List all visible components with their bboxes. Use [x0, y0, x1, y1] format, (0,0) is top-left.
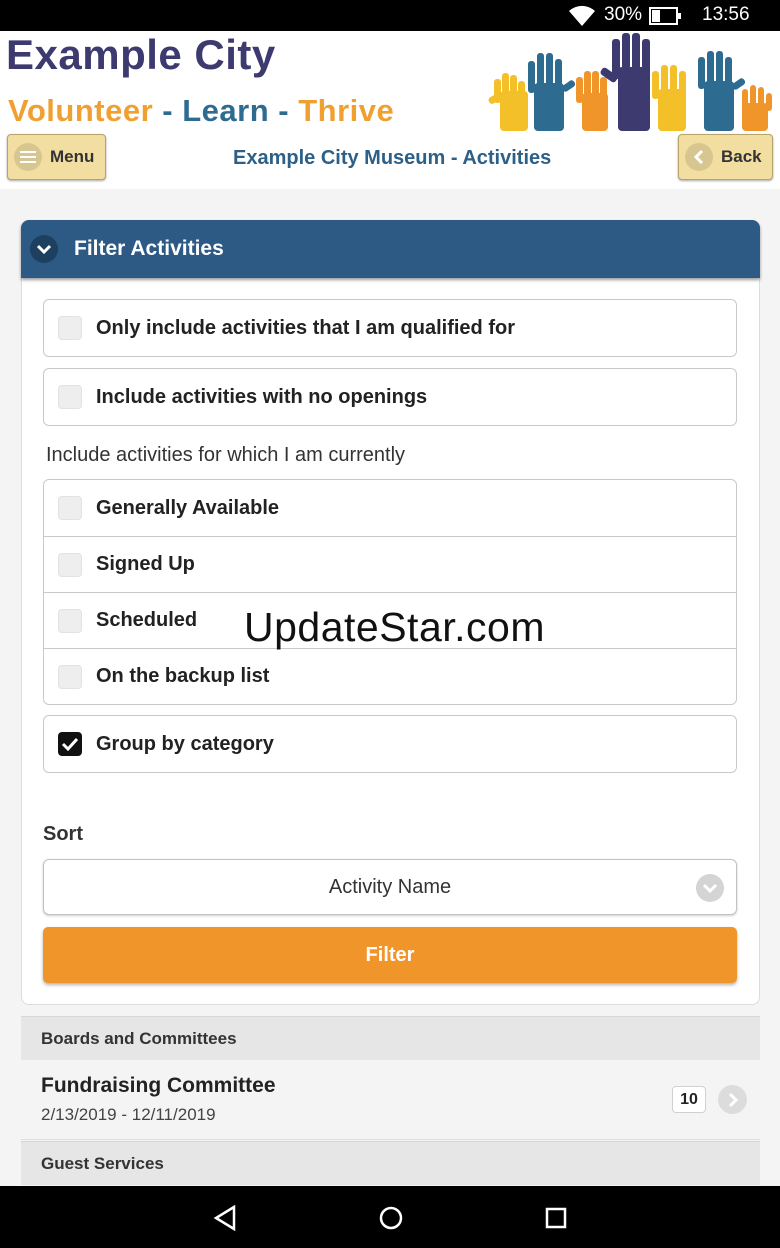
filter-panel-title: Filter Activities: [74, 237, 224, 260]
scheduled-label: Scheduled: [96, 609, 198, 631]
list-item[interactable]: Fundraising Committee 2/13/2019 - 12/11/…: [21, 1060, 760, 1140]
backup-list-checkbox[interactable]: [58, 664, 82, 689]
filter-panel-header[interactable]: Filter Activities: [21, 220, 760, 278]
checkmark-icon: [61, 737, 79, 751]
qualified-option[interactable]: Only include activities that I am qualif…: [44, 300, 736, 356]
scheduled-checkbox[interactable]: [58, 608, 82, 633]
group-by-category-box: Group by category: [43, 715, 737, 773]
tagline-thrive: Thrive: [298, 93, 395, 128]
generally-available-label: Generally Available: [96, 496, 280, 519]
activity-dates: 2/13/2019 - 12/11/2019: [41, 1105, 216, 1124]
home-circle-icon[interactable]: [377, 1204, 405, 1232]
sort-select[interactable]: Activity Name: [43, 859, 737, 915]
status-bar: 30% 13:56: [0, 0, 780, 31]
chevron-right-icon[interactable]: [718, 1085, 747, 1114]
brand-title: Example City: [6, 31, 276, 78]
app-header: Example City Volunteer - Learn - Thrive: [0, 31, 780, 189]
group-header-guest-services: Guest Services: [21, 1141, 760, 1185]
watermark: UpdateStar.com: [244, 604, 545, 650]
battery-percent: 30%: [604, 4, 643, 25]
system-nav-bar: [0, 1186, 780, 1248]
qualified-option-box: Only include activities that I am qualif…: [43, 299, 737, 357]
group-header-boards-and-committees: Boards and Committees: [21, 1016, 760, 1060]
generally-available-option[interactable]: Generally Available: [44, 480, 736, 536]
raised-hands-logo: [488, 33, 772, 131]
back-triangle-icon[interactable]: [211, 1204, 239, 1232]
hamburger-icon: [14, 143, 42, 171]
signed-up-label: Signed Up: [96, 553, 195, 575]
tagline-volunteer: Volunteer: [8, 93, 154, 128]
chevron-left-icon: [685, 143, 713, 171]
status-section-label: Include activities for which I am curren…: [46, 444, 406, 466]
tagline-separator: -: [153, 93, 183, 128]
openings-count-badge: 10: [672, 1086, 706, 1113]
qualified-checkbox[interactable]: [58, 316, 82, 340]
tagline-learn: Learn: [182, 93, 270, 128]
backup-list-option[interactable]: On the backup list: [44, 648, 736, 704]
recents-square-icon[interactable]: [542, 1204, 570, 1232]
group-by-category-option[interactable]: Group by category: [44, 716, 736, 772]
back-button[interactable]: Back: [678, 134, 773, 180]
qualified-label: Only include activities that I am qualif…: [96, 316, 515, 339]
wifi-icon: [569, 5, 595, 26]
group-by-category-label: Group by category: [96, 732, 274, 755]
no-openings-option[interactable]: Include activities with no openings: [44, 369, 736, 425]
group-by-category-checkbox[interactable]: [58, 732, 82, 756]
chevron-down-icon: [696, 874, 724, 902]
page-title: Example City Museum - Activities: [233, 147, 552, 169]
status-options-box: Generally Available Signed Up Scheduled …: [43, 479, 737, 705]
tagline-separator: -: [269, 93, 299, 128]
no-openings-option-box: Include activities with no openings: [43, 368, 737, 426]
tagline: Volunteer - Learn - Thrive: [8, 93, 394, 129]
back-button-label: Back: [721, 147, 762, 166]
menu-button-label: Menu: [50, 147, 95, 166]
menu-button[interactable]: Menu: [7, 134, 106, 180]
no-openings-label: Include activities with no openings: [96, 385, 428, 408]
no-openings-checkbox[interactable]: [58, 385, 82, 409]
generally-available-checkbox[interactable]: [58, 496, 82, 520]
activity-name: Fundraising Committee: [41, 1074, 276, 1097]
sort-select-value: Activity Name: [328, 875, 452, 898]
battery-icon: [649, 7, 681, 25]
sort-label: Sort: [43, 823, 83, 845]
clock: 13:56: [702, 4, 750, 25]
chevron-down-icon: [30, 235, 58, 263]
signed-up-option[interactable]: Signed Up: [44, 536, 736, 592]
signed-up-checkbox[interactable]: [58, 552, 82, 577]
filter-button[interactable]: Filter: [43, 927, 737, 983]
backup-list-label: On the backup list: [96, 665, 270, 687]
